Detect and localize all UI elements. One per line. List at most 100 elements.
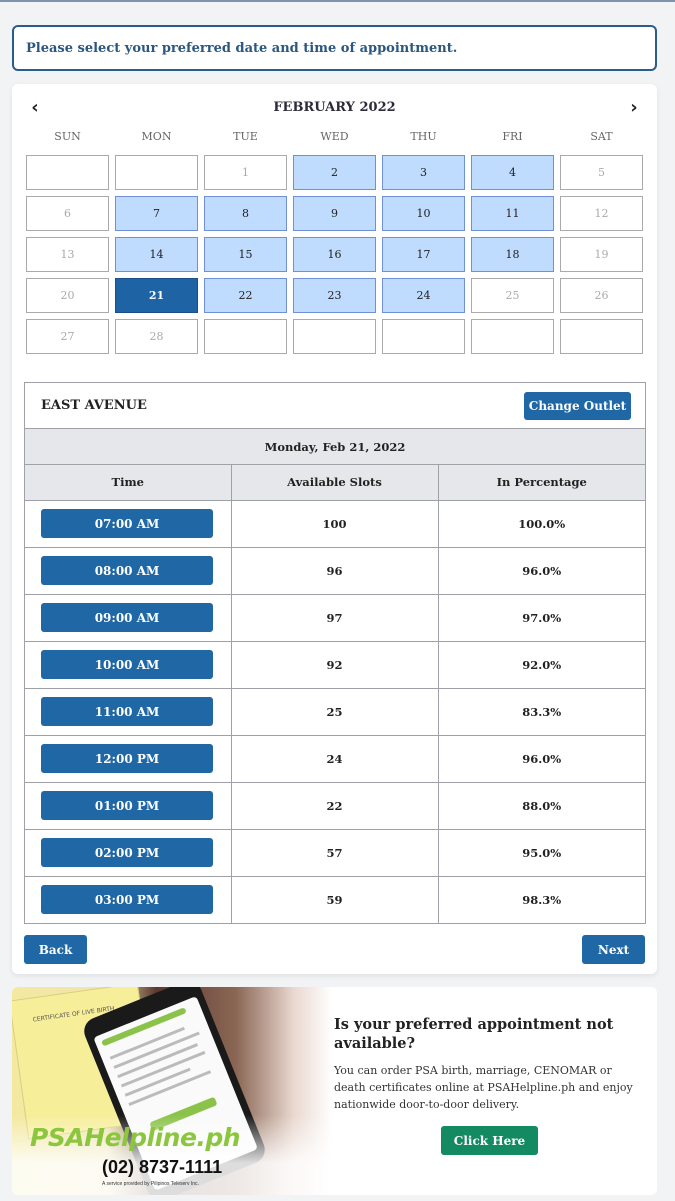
percentage-cell: 96.0% (438, 547, 645, 595)
slot-time-cell: 03:00 PM (25, 876, 232, 923)
promo-description: You can order PSA birth, marriage, CENOM… (334, 1064, 633, 1111)
promo-image: CERTIFICATE OF LIVE BIRTH PSAHelpline.ph… (12, 987, 332, 1195)
calendar-day-empty (115, 155, 198, 190)
available-slots-cell: 97 (231, 594, 439, 642)
calendar-day-1: 1 (204, 155, 287, 190)
calendar-grid: 1 2 3 4 5 6 7 8 9 10 11 12 13 14 15 16 17 18 19 20 21 22 23 24 2… (26, 155, 643, 354)
percentage-cell: 88.0% (438, 782, 645, 830)
calendar-day-5: 5 (560, 155, 643, 190)
time-slot-button[interactable]: 02:00 PM (41, 838, 213, 867)
instruction-banner: Please select your preferred date and ti… (12, 25, 657, 71)
weekday-thu: THU (410, 130, 437, 143)
brand-logo-text: PSAHelpline.ph (30, 1123, 241, 1152)
slot-row: 01:00 PM 22 88.0% (25, 782, 645, 830)
calendar-month-title: FEBRUARY 2022 (273, 99, 396, 115)
time-slot-button[interactable]: 03:00 PM (41, 885, 213, 915)
weekday-mon: MON (141, 130, 172, 143)
weekday-sun: SUN (54, 130, 81, 143)
slot-time-cell: 01:00 PM (25, 782, 232, 830)
slot-row: 09:00 AM 97 97.0% (25, 594, 645, 642)
available-slots-cell: 57 (231, 829, 439, 877)
time-slot-button[interactable]: 07:00 AM (41, 509, 213, 538)
percentage-cell: 98.3% (522, 892, 562, 907)
slot-row: 11:00 AM 25 83.3% (25, 688, 645, 736)
weekday-wed: WED (320, 130, 349, 143)
outlet-row: EAST AVENUE Change Outlet (25, 383, 645, 429)
calendar-day-9[interactable]: 9 (293, 196, 376, 231)
calendar-day-11[interactable]: 11 (471, 196, 554, 231)
available-slots-cell: 25 (231, 688, 439, 736)
percentage-cell: 83.3% (438, 688, 645, 736)
calendar-day-13: 13 (26, 237, 109, 272)
click-here-button[interactable]: Click Here (441, 1126, 538, 1155)
calendar-day-28: 28 (115, 319, 198, 354)
time-slot-button[interactable]: 01:00 PM (41, 791, 213, 820)
slot-row: 02:00 PM 57 95.0% (25, 829, 645, 877)
calendar-day-25: 25 (471, 278, 554, 313)
slot-time-cell: 02:00 PM (25, 829, 232, 877)
calendar-day-22[interactable]: 22 (204, 278, 287, 313)
time-slot-button[interactable]: 11:00 AM (41, 697, 213, 726)
calendar-day-18[interactable]: 18 (471, 237, 554, 272)
next-month-button[interactable]: › (623, 96, 645, 118)
calendar-day-4[interactable]: 4 (471, 155, 554, 190)
promo-title: Is your preferred appointment not availa… (334, 1016, 614, 1052)
calendar-day-12: 12 (560, 196, 643, 231)
back-button[interactable]: Back (24, 935, 87, 964)
next-button[interactable]: Next (582, 935, 645, 964)
slot-row: 12:00 PM 24 96.0% (25, 735, 645, 783)
slots-table: Time Available Slots In Percentage 07:00… (25, 465, 645, 923)
available-slots-cell: 92 (231, 641, 439, 689)
available-slots-cell: 96 (231, 547, 439, 595)
chevron-right-icon: › (630, 96, 638, 118)
weekday-fri: FRI (502, 130, 523, 143)
weekday-header: SUN MON TUE WED THU FRI SAT (26, 130, 643, 143)
slot-row: 08:00 AM 96 96.0% (25, 547, 645, 595)
time-slot-button[interactable]: 09:00 AM (41, 603, 213, 632)
percentage-cell: 95.0% (438, 829, 645, 877)
calendar-day-empty (382, 319, 465, 354)
calendar-day-24[interactable]: 24 (382, 278, 465, 313)
available-slots-cell: 24 (231, 735, 439, 783)
calendar-day-6: 6 (26, 196, 109, 231)
slot-time-cell: 08:00 AM (25, 547, 232, 595)
calendar-day-8[interactable]: 8 (204, 196, 287, 231)
slot-row: 07:00 AM 100 100.0% (25, 500, 645, 548)
percentage-cell: 96.0% (438, 735, 645, 783)
slot-row: 03:00 PM 59 98.3% (25, 876, 645, 923)
calendar-day-19: 19 (560, 237, 643, 272)
calendar-day-14[interactable]: 14 (115, 237, 198, 272)
calendar-day-15[interactable]: 15 (204, 237, 287, 272)
percentage-cell: 100.0% (438, 500, 645, 548)
outlet-name: EAST AVENUE (41, 398, 147, 413)
calendar-day-17[interactable]: 17 (382, 237, 465, 272)
time-slot-button[interactable]: 10:00 AM (41, 650, 213, 679)
promo-banner: CERTIFICATE OF LIVE BIRTH PSAHelpline.ph… (12, 987, 657, 1195)
calendar-day-empty (293, 319, 376, 354)
slot-time-cell: 10:00 AM (25, 641, 232, 689)
promo-text: Is your preferred appointment not availa… (334, 1015, 644, 1113)
column-header-time: Time (25, 465, 232, 501)
calendar-day-10[interactable]: 10 (382, 196, 465, 231)
calendar-day-empty (471, 319, 554, 354)
calendar-day-empty (204, 319, 287, 354)
slot-time-cell: 11:00 AM (25, 688, 232, 736)
selected-date: Monday, Feb 21, 2022 (25, 429, 645, 465)
calendar-day-empty (560, 319, 643, 354)
calendar-day-21[interactable]: 21 (115, 278, 198, 313)
calendar-day-16[interactable]: 16 (293, 237, 376, 272)
slot-time-cell: 07:00 AM (25, 500, 232, 548)
change-outlet-button[interactable]: Change Outlet (524, 391, 631, 420)
time-slot-button[interactable]: 08:00 AM (41, 556, 213, 585)
calendar-day-7[interactable]: 7 (115, 196, 198, 231)
calendar-day-3[interactable]: 3 (382, 155, 465, 190)
calendar-day-23[interactable]: 23 (293, 278, 376, 313)
calendar-day-20: 20 (26, 278, 109, 313)
hotline-number: (02) 8737-1111 (102, 1157, 223, 1177)
slot-time-cell: 12:00 PM (25, 735, 232, 783)
calendar-day-2[interactable]: 2 (293, 155, 376, 190)
weekday-sat: SAT (590, 130, 613, 143)
prev-month-button[interactable]: ‹ (24, 96, 46, 118)
time-slot-button[interactable]: 12:00 PM (41, 744, 213, 773)
percentage-cell: 97.0% (438, 594, 645, 642)
